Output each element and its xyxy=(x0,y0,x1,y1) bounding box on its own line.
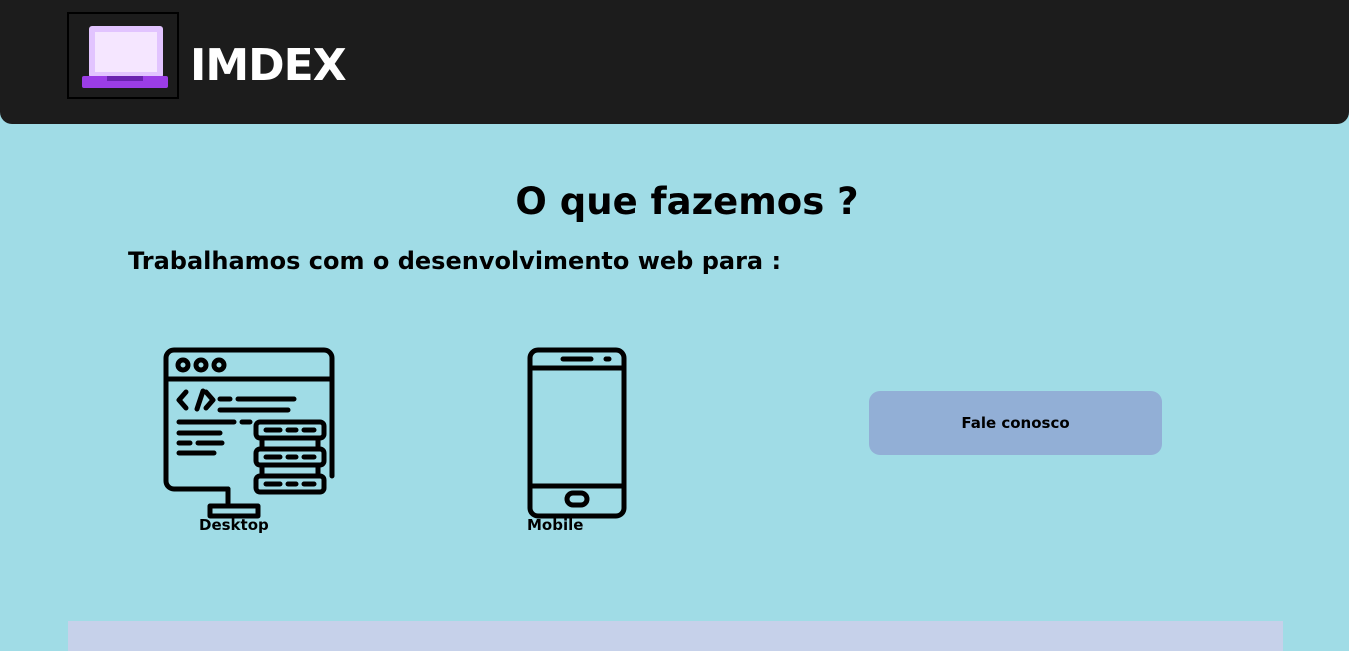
section-subtitle: Trabalhamos com o desenvolvimento web pa… xyxy=(128,247,782,275)
footer-section xyxy=(68,621,1283,651)
site-header: IMDEX xyxy=(0,0,1349,124)
service-label-desktop: Desktop xyxy=(199,516,269,534)
brand-name[interactable]: IMDEX xyxy=(190,38,347,94)
desktop-code-icon xyxy=(163,347,335,519)
logo[interactable] xyxy=(67,12,179,99)
service-label-mobile: Mobile xyxy=(527,516,584,534)
contact-button[interactable]: Fale conosco xyxy=(869,391,1162,455)
laptop-icon xyxy=(82,26,168,88)
section-title: O que fazemos ? xyxy=(515,180,859,223)
smartphone-icon xyxy=(527,347,627,519)
